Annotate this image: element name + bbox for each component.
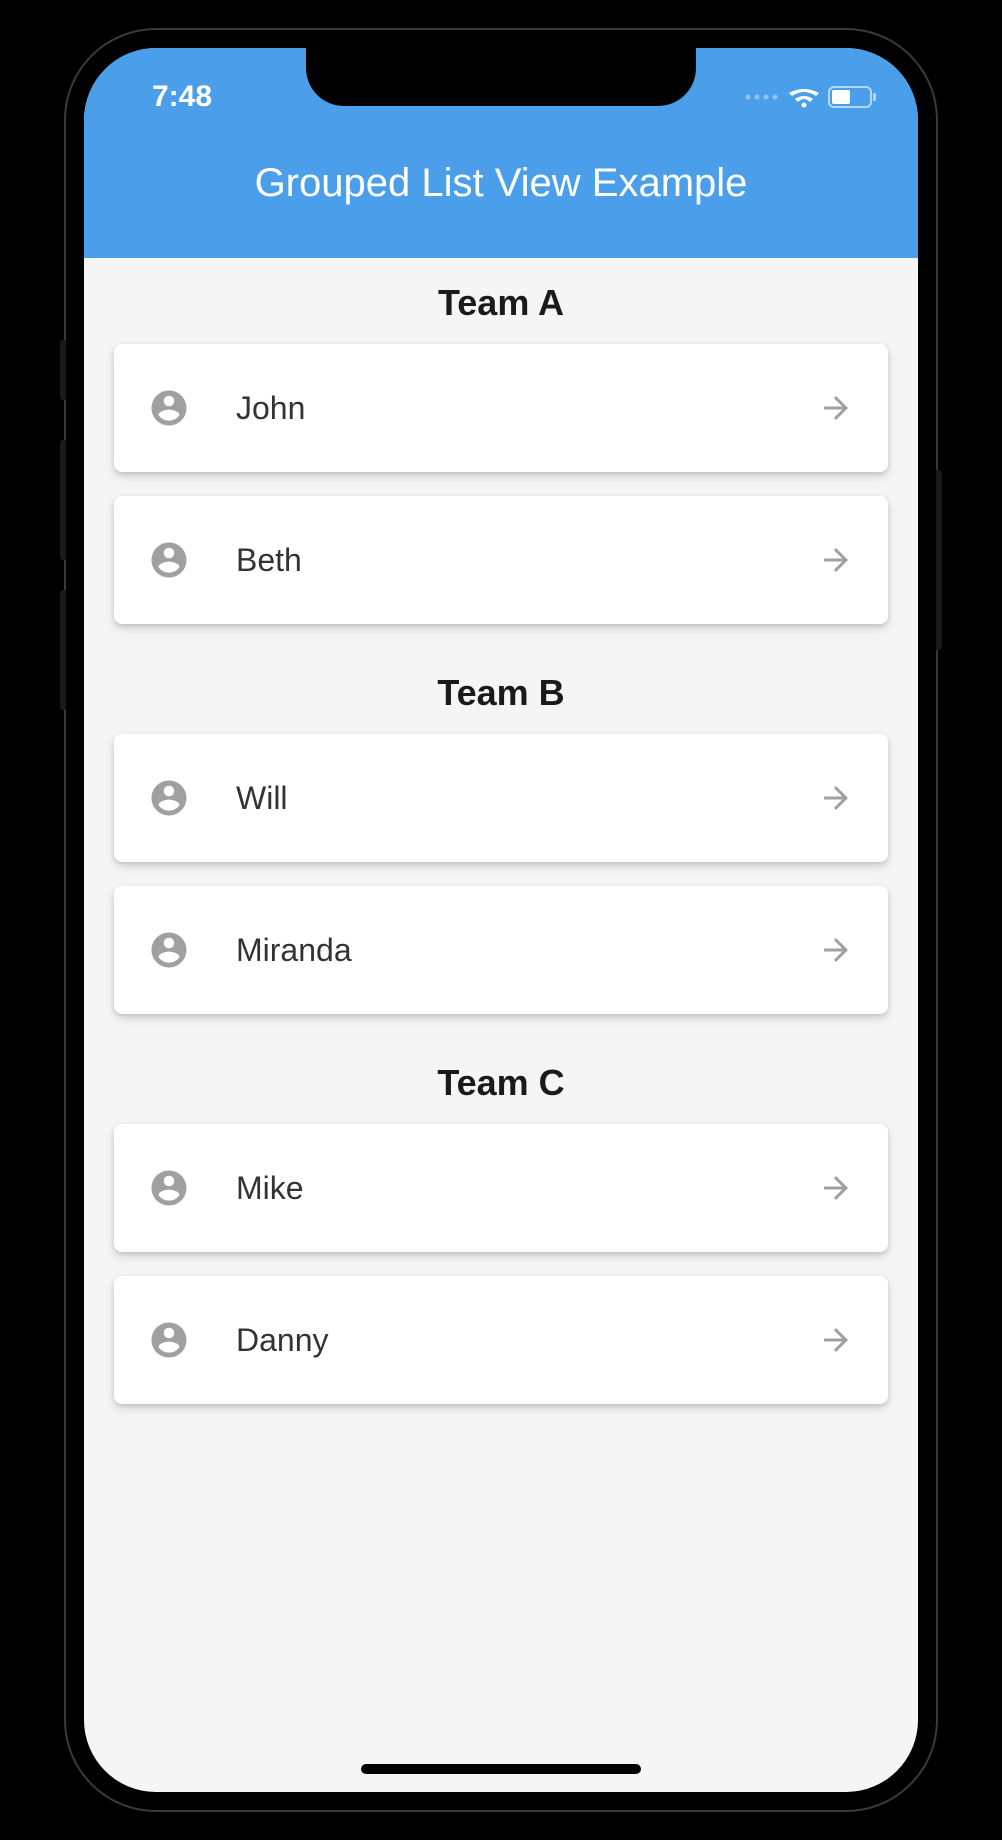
arrow-forward-icon: [818, 1170, 854, 1206]
account-circle-icon: [148, 387, 190, 429]
cellular-dots-icon: [744, 92, 780, 102]
list-item-name: Mike: [236, 1170, 818, 1207]
list-item[interactable]: John: [114, 344, 888, 472]
list-item[interactable]: Beth: [114, 496, 888, 624]
list-item[interactable]: Mike: [114, 1124, 888, 1252]
battery-icon: [828, 85, 878, 109]
status-time: 7:48: [152, 80, 212, 114]
list-item-name: Miranda: [236, 932, 818, 969]
status-indicators: [744, 85, 878, 109]
app-title: Grouped List View Example: [255, 161, 748, 206]
arrow-forward-icon: [818, 932, 854, 968]
list-item[interactable]: Danny: [114, 1276, 888, 1404]
list-item-name: Beth: [236, 542, 818, 579]
arrow-forward-icon: [818, 542, 854, 578]
list-item[interactable]: Miranda: [114, 886, 888, 1014]
list-item[interactable]: Will: [114, 734, 888, 862]
section-header-team-c: Team C: [84, 1038, 918, 1124]
arrow-forward-icon: [818, 1322, 854, 1358]
arrow-forward-icon: [818, 390, 854, 426]
grouped-list[interactable]: Team A John Beth Team B: [84, 258, 918, 1448]
list-item-name: John: [236, 390, 818, 427]
phone-power-button: [936, 470, 942, 650]
phone-mute-switch: [60, 340, 66, 400]
phone-notch: [306, 48, 696, 106]
section-header-team-b: Team B: [84, 648, 918, 734]
account-circle-icon: [148, 1319, 190, 1361]
account-circle-icon: [148, 1167, 190, 1209]
account-circle-icon: [148, 929, 190, 971]
wifi-icon: [788, 85, 820, 109]
phone-frame: 7:48: [66, 30, 936, 1810]
arrow-forward-icon: [818, 780, 854, 816]
app-bar: Grouped List View Example: [84, 128, 918, 258]
phone-volume-down: [60, 590, 66, 710]
list-item-name: Will: [236, 780, 818, 817]
section-header-team-a: Team A: [84, 258, 918, 344]
account-circle-icon: [148, 777, 190, 819]
account-circle-icon: [148, 539, 190, 581]
home-indicator[interactable]: [361, 1764, 641, 1774]
phone-screen: 7:48: [84, 48, 918, 1792]
phone-volume-up: [60, 440, 66, 560]
list-item-name: Danny: [236, 1322, 818, 1359]
